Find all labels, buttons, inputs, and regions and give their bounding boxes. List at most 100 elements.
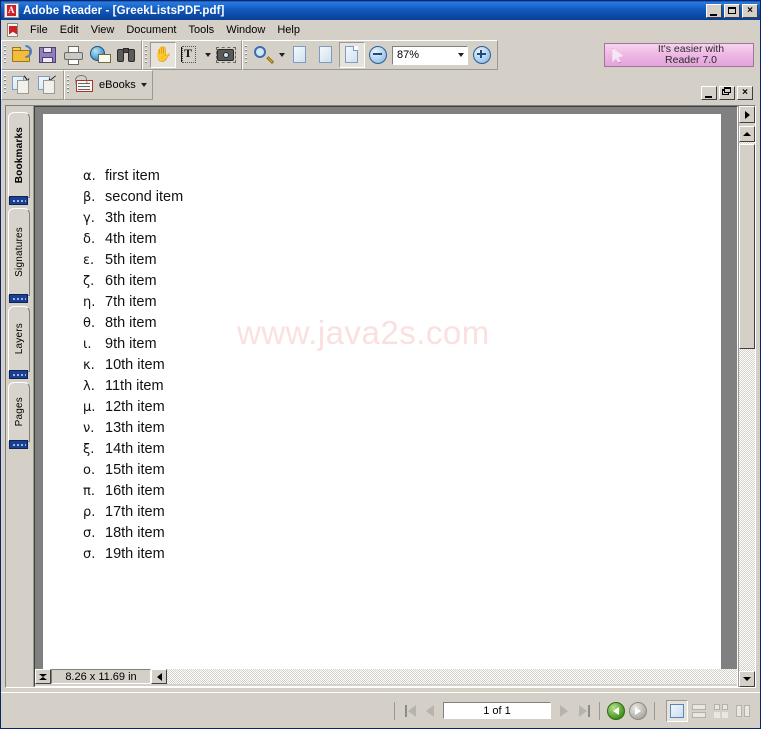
menu-item-tools[interactable]: Tools bbox=[183, 22, 221, 38]
go-back-button[interactable] bbox=[607, 701, 625, 720]
select-text-button[interactable] bbox=[176, 42, 202, 68]
adobe-reader-window: Adobe Reader - [GreekListsPDF.pdf] × Fil… bbox=[0, 0, 761, 729]
list-text: 15th item bbox=[105, 462, 165, 478]
toolbar-grip[interactable] bbox=[2, 41, 9, 69]
list-text: 6th item bbox=[105, 273, 157, 289]
toolbar-grip[interactable] bbox=[243, 41, 250, 69]
minimize-button[interactable] bbox=[706, 3, 722, 18]
ebooks-label: eBooks bbox=[99, 79, 136, 91]
previous-page-button[interactable] bbox=[420, 701, 440, 721]
list-item: ι. 9th item bbox=[83, 336, 183, 357]
print-button[interactable] bbox=[61, 42, 87, 68]
facing-view-button[interactable] bbox=[732, 700, 754, 722]
continuous-view-button[interactable] bbox=[688, 700, 710, 722]
close-button[interactable]: × bbox=[742, 3, 758, 18]
list-marker: ε. bbox=[83, 253, 95, 268]
list-text: 9th item bbox=[105, 336, 157, 352]
last-page-button[interactable] bbox=[574, 701, 594, 721]
toolbar-grip[interactable] bbox=[2, 71, 9, 99]
zoom-in-tool-button[interactable] bbox=[250, 42, 276, 68]
reader-7-promo-banner[interactable]: It's easier with Reader 7.0 bbox=[604, 43, 754, 67]
next-page-button[interactable] bbox=[554, 701, 574, 721]
chevron-down-icon[interactable] bbox=[202, 42, 213, 68]
greek-list: α. first item β. second item γ. 3th item δ.… bbox=[83, 168, 183, 567]
list-marker: ν. bbox=[83, 421, 95, 436]
scroll-left-button[interactable] bbox=[151, 669, 167, 684]
page-number-field[interactable]: 1 of 1 bbox=[443, 702, 551, 719]
list-item: α. first item bbox=[83, 168, 183, 189]
list-text: 8th item bbox=[105, 315, 157, 331]
list-marker: η. bbox=[83, 295, 96, 310]
toolbar-row-1: ✋ 87% bbox=[1, 40, 760, 70]
list-marker: ξ. bbox=[83, 442, 95, 457]
zoom-level-value: 87% bbox=[397, 49, 420, 61]
menu-item-help[interactable]: Help bbox=[271, 22, 306, 38]
save-button[interactable] bbox=[35, 42, 61, 68]
document-bottom-bar: 8.26 x 11.69 in bbox=[35, 669, 737, 686]
zoom-level-combobox[interactable]: 87% bbox=[392, 45, 468, 65]
adobe-reader-icon bbox=[4, 3, 19, 18]
chevron-down-icon[interactable] bbox=[454, 47, 467, 64]
email-button[interactable] bbox=[87, 42, 113, 68]
continuous-facing-view-button[interactable] bbox=[710, 700, 732, 722]
document-viewport[interactable]: www.java2s.com α. first item β. second ite… bbox=[34, 106, 738, 687]
scroll-down-button[interactable] bbox=[739, 671, 755, 687]
list-marker: μ. bbox=[83, 400, 96, 415]
sidebar-tab-bookmarks-handle[interactable] bbox=[9, 196, 28, 205]
open-button[interactable] bbox=[9, 42, 35, 68]
horizontal-scrollbar-track[interactable] bbox=[167, 669, 737, 684]
zoom-in-button[interactable] bbox=[469, 42, 495, 68]
toolbar-grip[interactable] bbox=[65, 71, 72, 99]
next-view-button[interactable]: ↙ bbox=[35, 72, 61, 98]
sidebar-tab-pages-handle[interactable] bbox=[9, 440, 28, 449]
zoom-out-button[interactable] bbox=[365, 42, 391, 68]
sidebar-tab-pages-label: Pages bbox=[13, 397, 25, 427]
menu-item-document[interactable]: Document bbox=[120, 22, 182, 38]
snapshot-button[interactable] bbox=[213, 42, 239, 68]
scroll-up-button[interactable] bbox=[739, 126, 755, 142]
go-forward-button[interactable] bbox=[629, 701, 647, 720]
hand-tool-button[interactable]: ✋ bbox=[150, 42, 176, 68]
menu-item-file[interactable]: File bbox=[24, 22, 54, 38]
sidebar-tab-signatures[interactable]: Signatures bbox=[8, 208, 30, 296]
list-text: 18th item bbox=[105, 525, 165, 541]
pane-resize-grip[interactable] bbox=[35, 669, 51, 684]
list-item: ρ. 17th item bbox=[83, 504, 183, 525]
sidebar-tab-signatures-handle[interactable] bbox=[9, 294, 28, 303]
document-restore-button[interactable] bbox=[719, 86, 735, 100]
document-minimize-button[interactable] bbox=[701, 86, 717, 100]
chevron-down-icon[interactable] bbox=[276, 42, 287, 68]
fit-width-button[interactable] bbox=[339, 42, 365, 68]
menu-item-view[interactable]: View bbox=[85, 22, 121, 38]
ebooks-button[interactable] bbox=[72, 72, 98, 98]
sidebar-tab-pages[interactable]: Pages bbox=[8, 382, 30, 442]
search-button[interactable] bbox=[113, 42, 139, 68]
sidebar-tab-bookmarks[interactable]: Bookmarks bbox=[8, 112, 30, 198]
list-marker: π. bbox=[83, 484, 95, 499]
list-text: first item bbox=[105, 168, 160, 184]
list-item: σ. 19th item bbox=[83, 546, 183, 567]
sidebar-tab-layers-label: Layers bbox=[13, 323, 25, 355]
menu-item-edit[interactable]: Edit bbox=[54, 22, 85, 38]
vertical-scrollbar-thumb[interactable] bbox=[739, 144, 755, 349]
list-marker: α. bbox=[83, 169, 96, 184]
menu-item-window[interactable]: Window bbox=[220, 22, 271, 38]
single-page-view-button[interactable] bbox=[666, 699, 688, 722]
sidebar-tab-layers-handle[interactable] bbox=[9, 370, 28, 379]
list-text: 12th item bbox=[105, 399, 165, 415]
maximize-button[interactable] bbox=[724, 3, 740, 18]
first-page-button[interactable] bbox=[400, 701, 420, 721]
list-marker: ρ. bbox=[83, 505, 96, 520]
window-title: Adobe Reader - [GreekListsPDF.pdf] bbox=[23, 4, 225, 17]
file-toolbar bbox=[1, 40, 142, 70]
list-text: 4th item bbox=[105, 231, 157, 247]
previous-view-button[interactable]: ↘ bbox=[9, 72, 35, 98]
chevron-down-icon[interactable] bbox=[139, 72, 150, 98]
document-close-button[interactable]: × bbox=[737, 86, 753, 100]
toolbar-overflow-button[interactable] bbox=[739, 106, 755, 123]
sidebar-tab-layers[interactable]: Layers bbox=[8, 306, 30, 372]
toolbar-grip[interactable] bbox=[143, 41, 150, 69]
actual-size-button[interactable] bbox=[287, 42, 313, 68]
fit-page-button[interactable] bbox=[313, 42, 339, 68]
vertical-scrollbar[interactable] bbox=[738, 106, 755, 687]
